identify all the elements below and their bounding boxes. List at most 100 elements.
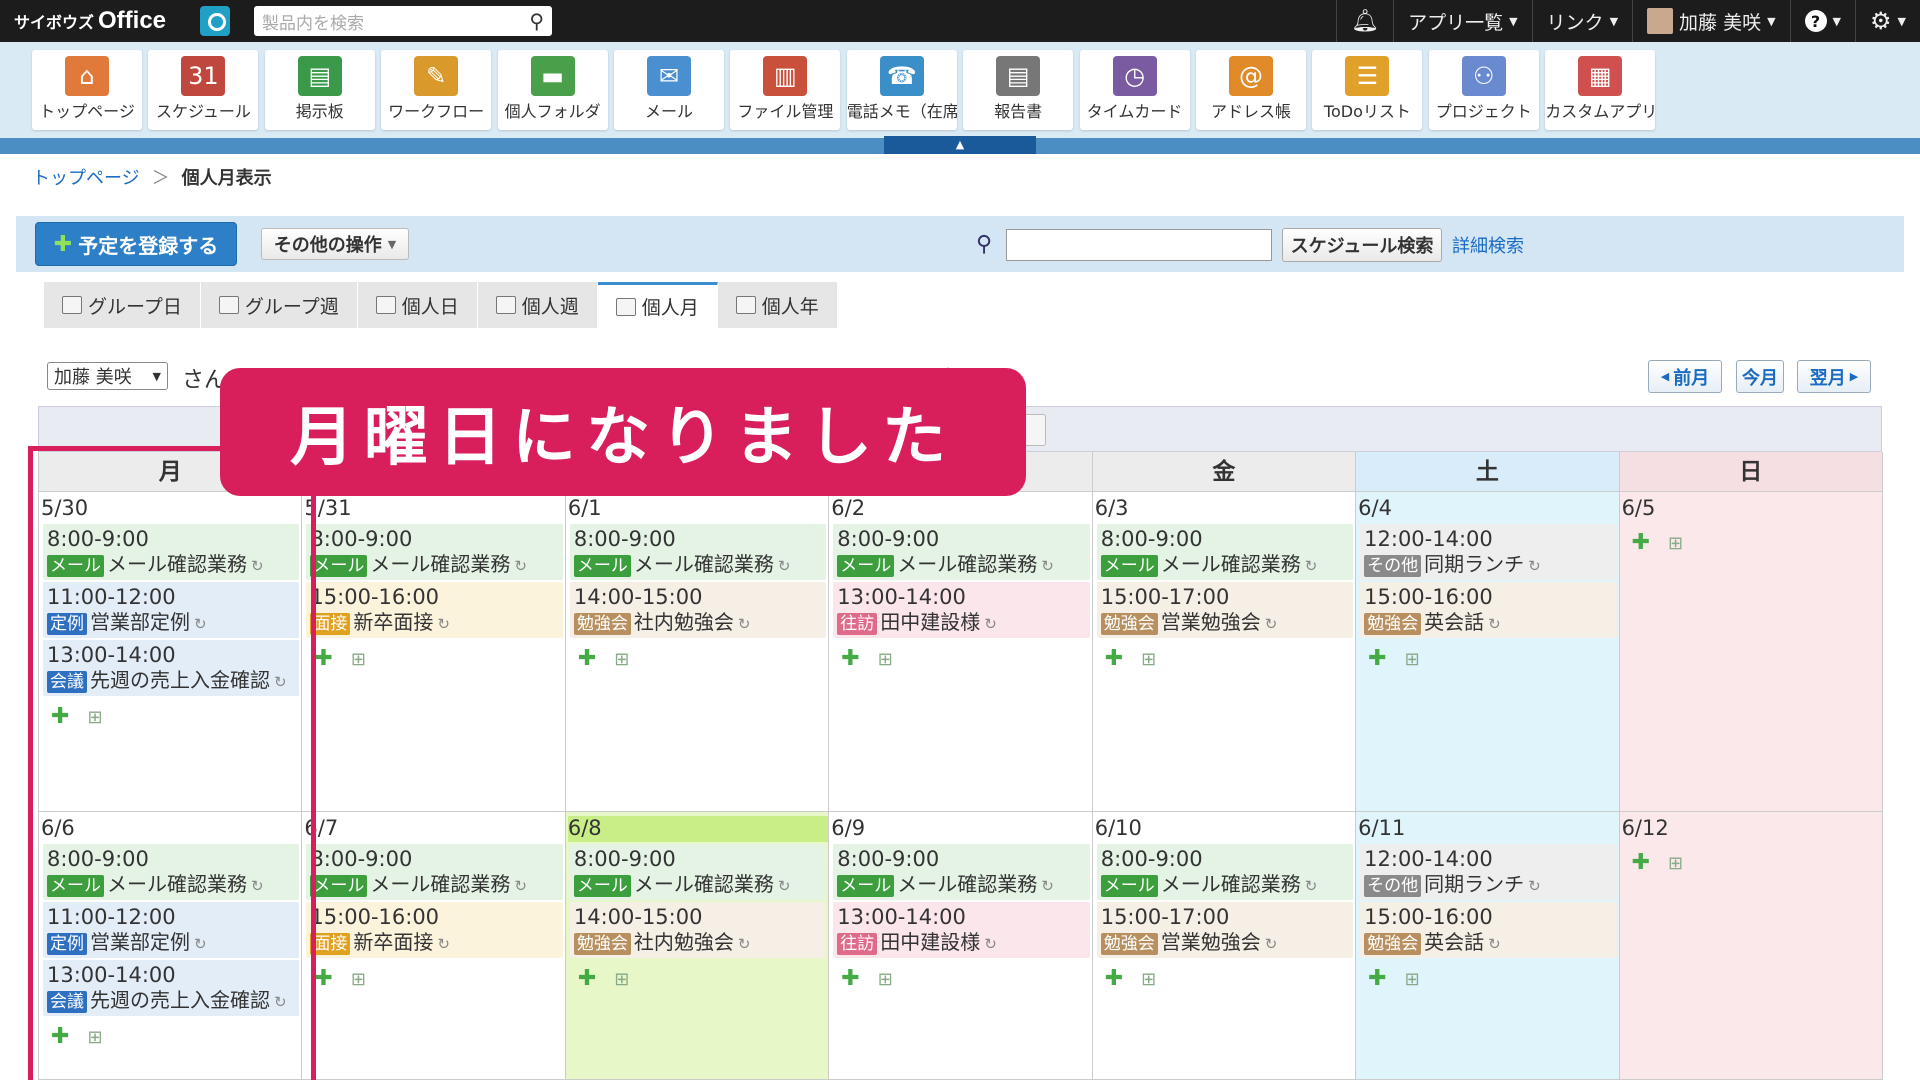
schedule-event[interactable]: 15:00-17:00 勉強会 営業勉強会 ↻ (1096, 582, 1354, 638)
add-event-icon[interactable]: ✚ (1105, 646, 1123, 671)
day-cell[interactable]: 6/10 8:00-9:00 メール メール確認業務 ↻ 15:00-17:00 勉強会 営業… (1092, 812, 1357, 1080)
day-date[interactable]: 6/9 (831, 816, 1091, 842)
app-phone[interactable]: ☎ 電話メモ（在席） (846, 50, 957, 130)
day-date[interactable]: 6/8 (567, 816, 829, 842)
add-event-icon[interactable]: ✚ (1632, 530, 1650, 555)
tab-1[interactable]: グループ週 (200, 282, 358, 328)
day-cell[interactable]: 6/3 8:00-9:00 メール メール確認業務 ↻ 15:00-17:00 勉強会 営業勉… (1092, 492, 1357, 812)
schedule-event[interactable]: 8:00-9:00 メール メール確認業務 ↻ (1096, 844, 1354, 900)
add-from-template-icon[interactable]: ⊞ (1405, 969, 1420, 990)
schedule-event[interactable]: 8:00-9:00 メール メール確認業務 ↻ (833, 844, 1090, 900)
schedule-event[interactable]: 8:00-9:00 メール メール確認業務 ↻ (306, 524, 563, 580)
add-event-icon[interactable]: ✚ (578, 966, 596, 991)
next-month-button[interactable]: 翌月 ▶ (1797, 360, 1871, 393)
user-select[interactable]: 加藤 美咲 ▼ (47, 362, 168, 390)
schedule-event[interactable]: 8:00-9:00 メール メール確認業務 ↻ (833, 524, 1090, 580)
day-date[interactable]: 6/3 (1095, 496, 1355, 522)
day-date[interactable]: 6/1 (568, 496, 828, 522)
day-date[interactable]: 6/5 (1622, 496, 1882, 522)
schedule-search-button[interactable]: スケジュール検索 (1282, 228, 1442, 262)
day-cell[interactable]: 5/31 8:00-9:00 メール メール確認業務 ↻ 15:00-16:00 面接 新卒面… (302, 492, 566, 812)
day-cell[interactable]: 6/11 12:00-14:00 その他 同期ランチ ↻ 15:00-16:00 勉強会 英会… (1356, 812, 1620, 1080)
app-switch-icon[interactable] (200, 6, 230, 36)
app-calendar[interactable]: 31 スケジュール (148, 50, 259, 130)
schedule-event[interactable]: 8:00-9:00 メール メール確認業務 ↻ (569, 844, 827, 900)
app-custom-app[interactable]: ▦ カスタムアプリ (1545, 50, 1656, 130)
day-cell[interactable]: 6/2 8:00-9:00 メール メール確認業務 ↻ 13:00-14:00 往訪 田中建設… (829, 492, 1093, 812)
app-file[interactable]: ▥ ファイル管理 (730, 50, 841, 130)
app-address[interactable]: @ アドレス帳 (1196, 50, 1306, 130)
schedule-event[interactable]: 8:00-9:00 メール メール確認業務 ↻ (306, 844, 563, 900)
app-home[interactable]: ⌂ トップページ (32, 50, 142, 130)
day-date[interactable]: 6/10 (1095, 816, 1355, 842)
app-todo[interactable]: ☰ ToDoリスト (1312, 50, 1423, 130)
add-event-icon[interactable]: ✚ (314, 646, 332, 671)
app-folder[interactable]: ▬ 個人フォルダ (497, 50, 608, 130)
schedule-event[interactable]: 12:00-14:00 その他 同期ランチ ↻ (1360, 524, 1617, 580)
breadcrumb-home[interactable]: トップページ (32, 168, 140, 189)
add-from-template-icon[interactable]: ⊞ (1668, 533, 1683, 554)
add-from-template-icon[interactable]: ⊞ (1141, 649, 1156, 670)
add-from-template-icon[interactable]: ⊞ (878, 969, 893, 990)
tab-4[interactable]: 個人月 (597, 282, 718, 328)
day-cell[interactable]: 6/7 8:00-9:00 メール メール確認業務 ↻ 15:00-16:00 面接 新卒面接… (302, 812, 566, 1080)
day-date[interactable]: 6/12 (1622, 816, 1882, 842)
add-from-template-icon[interactable]: ⊞ (614, 649, 629, 670)
add-from-template-icon[interactable]: ⊞ (614, 969, 629, 990)
day-date[interactable]: 6/2 (831, 496, 1091, 522)
apps-menu[interactable]: アプリ一覧 ▼ (1393, 0, 1531, 42)
day-cell[interactable]: 6/5 ✚ ⊞ (1619, 492, 1883, 812)
tab-0[interactable]: グループ日 (44, 282, 201, 328)
schedule-search-input[interactable] (1006, 229, 1272, 261)
add-from-template-icon[interactable]: ⊞ (1141, 969, 1156, 990)
day-cell[interactable]: 6/12 ✚ ⊞ (1619, 812, 1883, 1080)
schedule-event[interactable]: 14:00-15:00 勉強会 社内勉強会 ↻ (569, 902, 827, 958)
schedule-event[interactable]: 15:00-16:00 面接 新卒面接 ↻ (306, 582, 563, 638)
app-report[interactable]: ▤ 報告書 (963, 50, 1074, 130)
add-event-icon[interactable]: ✚ (1368, 646, 1386, 671)
help-menu[interactable]: ? ▼ (1789, 0, 1855, 42)
schedule-event[interactable]: 15:00-17:00 勉強会 営業勉強会 ↻ (1096, 902, 1354, 958)
settings-menu[interactable]: ⚙ ▼ (1855, 0, 1920, 42)
product-search-input[interactable]: 製品内を検索 ⚲ (254, 6, 552, 36)
day-cell[interactable]: 6/1 8:00-9:00 メール メール確認業務 ↻ 14:00-15:00 勉強会 社内勉… (565, 492, 830, 812)
day-cell[interactable]: 6/9 8:00-9:00 メール メール確認業務 ↻ 13:00-14:00 往訪 田中建設… (829, 812, 1093, 1080)
schedule-event[interactable]: 8:00-9:00 メール メール確認業務 ↻ (1096, 524, 1354, 580)
day-date[interactable]: 6/4 (1358, 496, 1618, 522)
add-event-icon[interactable]: ✚ (1105, 966, 1123, 991)
day-date[interactable]: 5/31 (304, 496, 564, 522)
app-board[interactable]: ▤ 掲示板 (264, 50, 375, 130)
add-event-icon[interactable]: ✚ (841, 966, 859, 991)
schedule-event[interactable]: 15:00-16:00 勉強会 英会話 ↻ (1360, 902, 1617, 958)
add-event-icon[interactable]: ✚ (578, 646, 596, 671)
add-event-icon[interactable]: ✚ (1632, 850, 1650, 875)
schedule-event[interactable]: 13:00-14:00 往訪 田中建設様 ↻ (833, 902, 1090, 958)
schedule-event[interactable]: 8:00-9:00 メール メール確認業務 ↻ (569, 524, 827, 580)
prev-month-button[interactable]: ◀ 前月 (1648, 360, 1722, 393)
add-from-template-icon[interactable]: ⊞ (1668, 853, 1683, 874)
advanced-search-link[interactable]: 詳細検索 (1452, 232, 1524, 258)
user-menu[interactable]: 加藤 美咲 ▼ (1632, 0, 1790, 42)
day-cell[interactable]: 6/8 8:00-9:00 メール メール確認業務 ↻ 14:00-15:00 勉強会 社内勉… (565, 812, 830, 1080)
logo[interactable]: サイボウズ Office (0, 7, 192, 35)
add-event-icon[interactable]: ✚ (314, 966, 332, 991)
add-from-template-icon[interactable]: ⊞ (351, 649, 366, 670)
app-project[interactable]: ⚇ プロジェクト (1428, 50, 1539, 130)
schedule-event[interactable]: 15:00-16:00 面接 新卒面接 ↻ (306, 902, 563, 958)
add-from-template-icon[interactable]: ⊞ (878, 649, 893, 670)
notification-bell-icon[interactable]: 🔔︎ (1336, 0, 1393, 42)
add-event-icon[interactable]: ✚ (1368, 966, 1386, 991)
add-from-template-icon[interactable]: ⊞ (1405, 649, 1420, 670)
this-month-button[interactable]: 今月 (1736, 360, 1784, 393)
schedule-event[interactable]: 12:00-14:00 その他 同期ランチ ↻ (1360, 844, 1617, 900)
register-schedule-button[interactable]: ✚ 予定を登録する (35, 222, 237, 266)
schedule-event[interactable]: 14:00-15:00 勉強会 社内勉強会 ↻ (569, 582, 827, 638)
app-timecard[interactable]: ◷ タイムカード (1079, 50, 1190, 130)
day-date[interactable]: 6/7 (304, 816, 564, 842)
day-date[interactable]: 6/11 (1358, 816, 1618, 842)
other-operations-button[interactable]: その他の操作 ▼ (261, 228, 409, 260)
tab-3[interactable]: 個人週 (477, 282, 598, 328)
add-event-icon[interactable]: ✚ (841, 646, 859, 671)
tab-5[interactable]: 個人年 (717, 282, 838, 328)
app-mail[interactable]: ✉ メール (614, 50, 724, 130)
